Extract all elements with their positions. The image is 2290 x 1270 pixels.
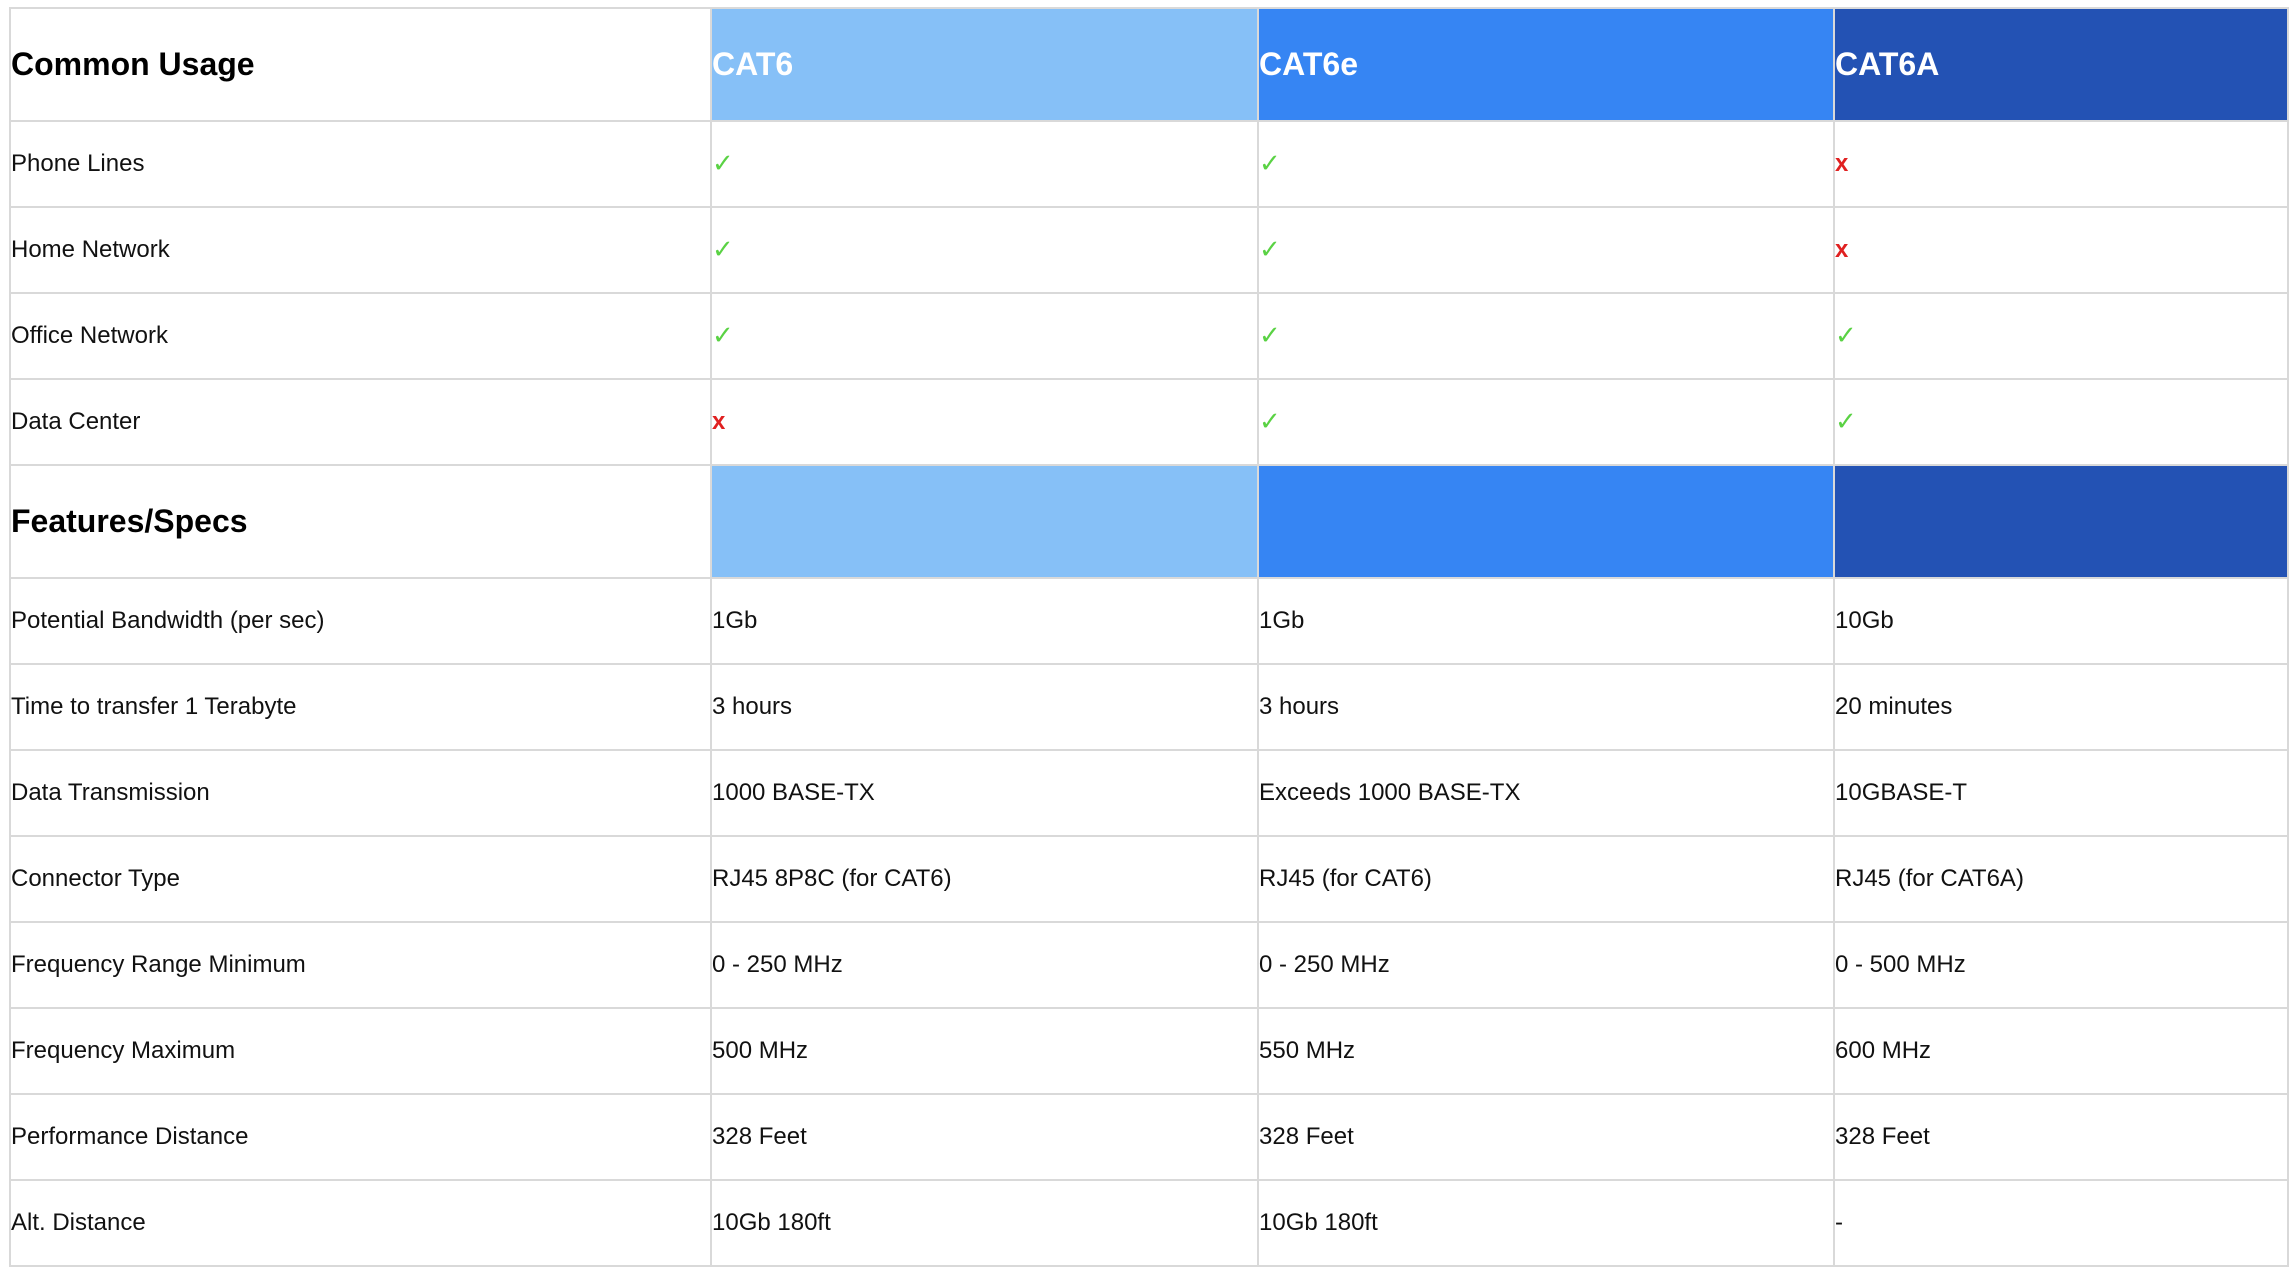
spec-row-frequency-max: Frequency Maximum 500 MHz 550 MHz 600 MH… [9, 1007, 2289, 1095]
usage-label: Office Network [9, 292, 712, 380]
spec-label: Time to transfer 1 Terabyte [9, 663, 712, 751]
cat6-value: 500 MHz [710, 1007, 1259, 1095]
features-title: Features/Specs [9, 464, 712, 579]
cat6-support-cell: ✓ [710, 292, 1259, 380]
features-header-row: Features/Specs [9, 464, 2289, 579]
cat6-value: 0 - 250 MHz [710, 921, 1259, 1009]
cat6e-support-cell: ✓ [1257, 206, 1835, 294]
cat6a-value: 328 Feet [1833, 1093, 2289, 1181]
column-header-cat6e: CAT6e [1257, 7, 1835, 122]
cat6e-value: 10Gb 180ft [1257, 1179, 1835, 1267]
spec-label: Performance Distance [9, 1093, 712, 1181]
column-header-cat6a: CAT6A [1833, 7, 2289, 122]
spec-label: Frequency Range Minimum [9, 921, 712, 1009]
cat6-value: 328 Feet [710, 1093, 1259, 1181]
usage-row-office-network: Office Network ✓ ✓ ✓ [9, 292, 2289, 380]
cat6a-value: - [1833, 1179, 2289, 1267]
cat6-value: 1000 BASE-TX [710, 749, 1259, 837]
common-usage-title: Common Usage [9, 7, 712, 122]
spec-label: Frequency Maximum [9, 1007, 712, 1095]
cat6a-value: 10Gb [1833, 577, 2289, 665]
check-icon: ✓ [1259, 149, 1281, 179]
cat6-value: RJ45 8P8C (for CAT6) [710, 835, 1259, 923]
cat6e-support-cell: ✓ [1257, 120, 1835, 208]
common-usage-header-row: Common Usage CAT6 CAT6e CAT6A [9, 7, 2289, 122]
cat6a-value: 600 MHz [1833, 1007, 2289, 1095]
cat6-value: 10Gb 180ft [710, 1179, 1259, 1267]
usage-label: Home Network [9, 206, 712, 294]
cat6a-support-cell: x [1833, 206, 2289, 294]
spec-label: Alt. Distance [9, 1179, 712, 1267]
cat6-support-cell: ✓ [710, 120, 1259, 208]
spec-row-transfer-time: Time to transfer 1 Terabyte 3 hours 3 ho… [9, 663, 2289, 751]
cat6a-value: 0 - 500 MHz [1833, 921, 2289, 1009]
cat6a-support-cell: ✓ [1833, 378, 2289, 466]
cross-icon: x [1835, 150, 1849, 177]
cat6e-support-cell: ✓ [1257, 378, 1835, 466]
spec-row-connector-type: Connector Type RJ45 8P8C (for CAT6) RJ45… [9, 835, 2289, 923]
cat6-value: 3 hours [710, 663, 1259, 751]
check-icon: ✓ [712, 149, 734, 179]
cross-icon: x [1835, 236, 1849, 263]
cat6a-value: 20 minutes [1833, 663, 2289, 751]
cat6e-value: 1Gb [1257, 577, 1835, 665]
check-icon: ✓ [1259, 235, 1281, 265]
cat6a-support-cell: x [1833, 120, 2289, 208]
cat6e-value: 3 hours [1257, 663, 1835, 751]
spec-row-alt-distance: Alt. Distance 10Gb 180ft 10Gb 180ft - [9, 1179, 2289, 1267]
check-icon: ✓ [1259, 321, 1281, 351]
spec-label: Data Transmission [9, 749, 712, 837]
cat6-support-cell: x [710, 378, 1259, 466]
cat6a-support-cell: ✓ [1833, 292, 2289, 380]
cat6-support-cell: ✓ [710, 206, 1259, 294]
usage-label: Phone Lines [9, 120, 712, 208]
spec-label: Connector Type [9, 835, 712, 923]
spec-label: Potential Bandwidth (per sec) [9, 577, 712, 665]
check-icon: ✓ [1259, 407, 1281, 437]
usage-row-data-center: Data Center x ✓ ✓ [9, 378, 2289, 466]
check-icon: ✓ [712, 235, 734, 265]
cat6e-value: RJ45 (for CAT6) [1257, 835, 1835, 923]
spec-row-frequency-min: Frequency Range Minimum 0 - 250 MHz 0 - … [9, 921, 2289, 1009]
spec-row-data-transmission: Data Transmission 1000 BASE-TX Exceeds 1… [9, 749, 2289, 837]
usage-label: Data Center [9, 378, 712, 466]
check-icon: ✓ [1835, 407, 1857, 437]
features-header-cat6a-band [1833, 464, 2289, 579]
cat6e-value: 328 Feet [1257, 1093, 1835, 1181]
features-header-cat6-band [710, 464, 1259, 579]
cat6e-value: Exceeds 1000 BASE-TX [1257, 749, 1835, 837]
cat6a-value: 10GBASE-T [1833, 749, 2289, 837]
cat6e-value: 550 MHz [1257, 1007, 1835, 1095]
cat6-value: 1Gb [710, 577, 1259, 665]
usage-row-phone-lines: Phone Lines ✓ ✓ x [9, 120, 2289, 208]
usage-row-home-network: Home Network ✓ ✓ x [9, 206, 2289, 294]
cat6e-support-cell: ✓ [1257, 292, 1835, 380]
spec-row-bandwidth: Potential Bandwidth (per sec) 1Gb 1Gb 10… [9, 577, 2289, 665]
check-icon: ✓ [1835, 321, 1857, 351]
cat6e-value: 0 - 250 MHz [1257, 921, 1835, 1009]
check-icon: ✓ [712, 321, 734, 351]
cross-icon: x [712, 408, 726, 435]
column-header-cat6: CAT6 [710, 7, 1259, 122]
spec-row-performance-distance: Performance Distance 328 Feet 328 Feet 3… [9, 1093, 2289, 1181]
comparison-table: Common Usage CAT6 CAT6e CAT6A Phone Line… [9, 7, 2289, 1267]
cat6a-value: RJ45 (for CAT6A) [1833, 835, 2289, 923]
features-header-cat6e-band [1257, 464, 1835, 579]
